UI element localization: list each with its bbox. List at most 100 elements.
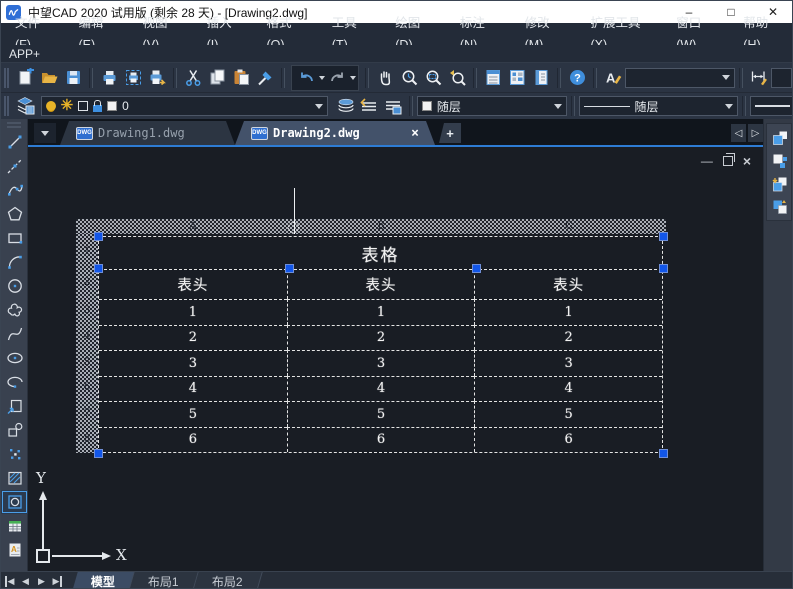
- line-icon[interactable]: [1, 130, 28, 154]
- tab-drawing2[interactable]: DWG Drawing2.dwg ×: [235, 121, 435, 145]
- table-cell[interactable]: 4: [287, 376, 475, 402]
- new-tab-button[interactable]: +: [439, 123, 461, 143]
- send-under-objects-icon[interactable]: [767, 195, 792, 218]
- toolbar-grip[interactable]: [4, 68, 9, 88]
- menu-app-plus[interactable]: APP+: [9, 46, 40, 63]
- table-cell[interactable]: 1: [287, 299, 475, 325]
- table-cell[interactable]: 1: [99, 299, 287, 325]
- table-column-header-band[interactable]: [76, 219, 666, 234]
- next-layout-button[interactable]: ▶: [34, 573, 49, 589]
- rectangle-icon[interactable]: [1, 226, 28, 250]
- toolbar-grip[interactable]: [7, 122, 21, 128]
- redo-dropdown-icon[interactable]: [350, 76, 356, 80]
- table-cell[interactable]: 6: [99, 427, 287, 453]
- table-header-cell[interactable]: 表头: [99, 270, 287, 299]
- grip-handle[interactable]: [94, 449, 103, 458]
- color-combo[interactable]: 随层: [417, 96, 567, 116]
- table-header-cell[interactable]: 表头: [474, 270, 662, 299]
- layer-on-icon[interactable]: [46, 101, 56, 111]
- text-style-combo[interactable]: [625, 68, 735, 88]
- match-properties-button[interactable]: [253, 66, 277, 90]
- zoom-realtime-button[interactable]: [397, 66, 421, 90]
- zoom-window-button[interactable]: [421, 66, 445, 90]
- undo-button[interactable]: [294, 66, 318, 90]
- table-icon[interactable]: [1, 514, 28, 538]
- table-cell[interactable]: 6: [474, 427, 662, 453]
- grip-handle[interactable]: [659, 232, 668, 241]
- first-layout-button[interactable]: ◀: [2, 573, 17, 589]
- table-cell[interactable]: 1: [474, 299, 662, 325]
- last-layout-button[interactable]: ▶: [50, 573, 65, 589]
- tab-scroll-right-icon[interactable]: ▷: [748, 124, 763, 142]
- tab-scroll-left-icon[interactable]: ◁: [731, 124, 746, 142]
- construction-line-icon[interactable]: [1, 154, 28, 178]
- combo-caret-icon[interactable]: [554, 104, 562, 109]
- cad-table[interactable]: 表格 表头 表头 表头 1 1 1 2 2 2 3 3 3 4 4 4 5 5: [98, 236, 663, 453]
- ellipse-arc-icon[interactable]: [1, 370, 28, 394]
- tool-palettes-button[interactable]: [529, 66, 553, 90]
- layer-combo[interactable]: ✳ 0: [41, 96, 328, 116]
- table-cell[interactable]: 3: [99, 350, 287, 376]
- layer-viewport-icon[interactable]: [78, 101, 88, 111]
- mtext-icon[interactable]: A: [1, 538, 28, 562]
- lineweight-combo[interactable]: 随层: [750, 96, 793, 116]
- plot-button[interactable]: [145, 66, 169, 90]
- dim-style-combo[interactable]: [771, 68, 792, 88]
- table-cell[interactable]: 2: [287, 325, 475, 351]
- table-cell[interactable]: 4: [474, 376, 662, 402]
- grip-handle[interactable]: [94, 264, 103, 273]
- open-button[interactable]: [37, 66, 61, 90]
- redo-button[interactable]: [325, 66, 349, 90]
- toolbar-grip[interactable]: [4, 96, 9, 116]
- table-cell[interactable]: 5: [287, 401, 475, 427]
- hatch-icon[interactable]: [1, 466, 28, 490]
- doc-close-icon[interactable]: ×: [743, 154, 751, 168]
- combo-caret-icon[interactable]: [725, 104, 733, 109]
- design-center-button[interactable]: [505, 66, 529, 90]
- table-cell[interactable]: 2: [99, 325, 287, 351]
- tab-model[interactable]: 模型: [72, 572, 134, 589]
- grip-handle[interactable]: [472, 264, 481, 273]
- bring-to-front-icon[interactable]: [767, 126, 792, 149]
- table-title-cell[interactable]: 表格: [99, 237, 662, 269]
- grip-handle[interactable]: [285, 264, 294, 273]
- polygon-icon[interactable]: [1, 202, 28, 226]
- help-button[interactable]: ?: [565, 66, 589, 90]
- table-cell[interactable]: 3: [474, 350, 662, 376]
- table-cell[interactable]: 5: [474, 401, 662, 427]
- table-cell[interactable]: 5: [99, 401, 287, 427]
- dim-style-button[interactable]: [747, 66, 771, 90]
- layer-thaw-icon[interactable]: ✳: [61, 101, 74, 111]
- zoom-previous-button[interactable]: [445, 66, 469, 90]
- tab-drawing1[interactable]: DWG Drawing1.dwg: [60, 121, 235, 145]
- make-block-icon[interactable]: [1, 418, 28, 442]
- table-cell[interactable]: 3: [287, 350, 475, 376]
- plot-preview-button[interactable]: [121, 66, 145, 90]
- layer-isolate-button[interactable]: [381, 94, 405, 118]
- insert-block-icon[interactable]: [1, 394, 28, 418]
- tab-layout2[interactable]: 布局2: [193, 572, 262, 589]
- table-header-cell[interactable]: 表头: [287, 270, 475, 299]
- linetype-combo[interactable]: 随层: [579, 96, 739, 116]
- layer-properties-button[interactable]: [13, 94, 37, 118]
- pan-button[interactable]: [373, 66, 397, 90]
- grip-handle[interactable]: [659, 449, 668, 458]
- table-cell[interactable]: 2: [474, 325, 662, 351]
- polyline-icon[interactable]: [1, 178, 28, 202]
- doc-minimize-icon[interactable]: —: [701, 154, 713, 168]
- donut-icon[interactable]: [1, 490, 28, 514]
- table-cell[interactable]: 4: [99, 376, 287, 402]
- grip-handle[interactable]: [659, 264, 668, 273]
- tab-list-dropdown[interactable]: [34, 123, 56, 143]
- ellipse-icon[interactable]: [1, 346, 28, 370]
- prev-layout-button[interactable]: ◀: [18, 573, 33, 589]
- table-cell[interactable]: 6: [287, 427, 475, 453]
- tab-close-icon[interactable]: ×: [411, 126, 419, 141]
- bring-above-objects-icon[interactable]: [767, 172, 792, 195]
- doc-restore-icon[interactable]: [723, 156, 733, 166]
- new-file-button[interactable]: [13, 66, 37, 90]
- circle-icon[interactable]: [1, 274, 28, 298]
- combo-caret-icon[interactable]: [722, 75, 730, 80]
- tab-layout1[interactable]: 布局1: [129, 572, 198, 589]
- send-to-back-icon[interactable]: [767, 149, 792, 172]
